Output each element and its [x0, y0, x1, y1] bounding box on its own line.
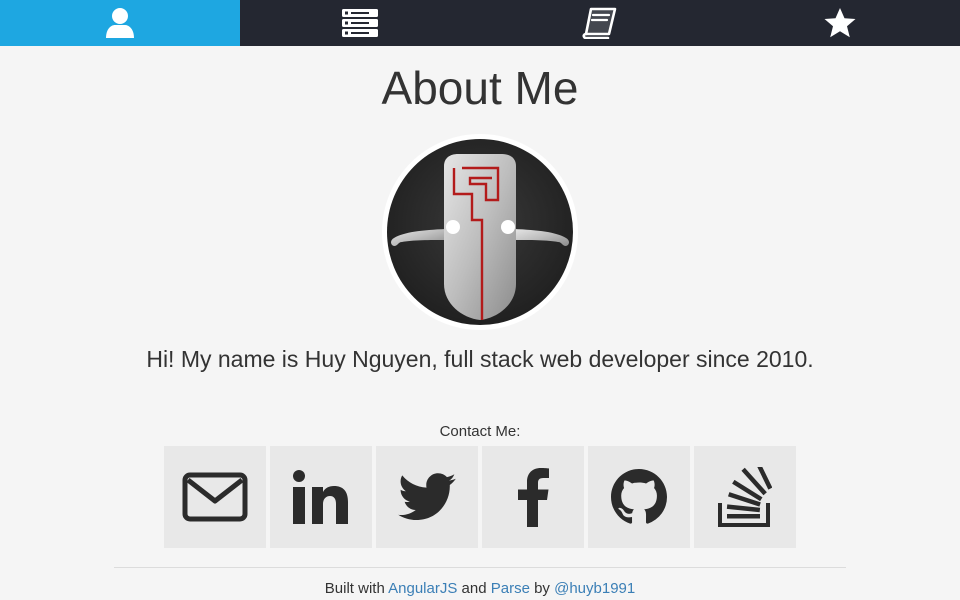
- envelope-icon: [182, 472, 248, 522]
- parse-link[interactable]: Parse: [491, 580, 530, 597]
- email-button[interactable]: [164, 446, 266, 548]
- facebook-icon: [518, 468, 549, 527]
- footer-by: by: [529, 580, 555, 597]
- avatar: [382, 134, 578, 330]
- tab-about[interactable]: [0, 0, 240, 46]
- star-icon: [824, 8, 856, 38]
- page-title: About Me: [381, 62, 579, 114]
- contact-label: Contact Me:: [439, 423, 521, 440]
- social-links: [0, 446, 960, 548]
- stackoverflow-button[interactable]: [694, 446, 796, 548]
- twitter-icon: [398, 473, 456, 521]
- tab-favorites[interactable]: [720, 0, 960, 46]
- tab-blog[interactable]: [480, 0, 720, 46]
- tab-projects[interactable]: [240, 0, 480, 46]
- book-icon: [582, 7, 617, 39]
- footer-prefix: Built with: [324, 580, 389, 597]
- stackoverflow-icon: [718, 467, 772, 527]
- avatar-wrap: [0, 134, 960, 330]
- github-button[interactable]: [588, 446, 690, 548]
- footer-and: and: [457, 580, 491, 597]
- user-icon: [106, 8, 134, 38]
- linkedin-icon: [293, 470, 348, 524]
- twitter-button[interactable]: [376, 446, 478, 548]
- facebook-button[interactable]: [482, 446, 584, 548]
- footer-divider: [114, 567, 846, 568]
- linkedin-button[interactable]: [270, 446, 372, 548]
- server-icon: [342, 9, 378, 37]
- angularjs-link[interactable]: AngularJS: [388, 580, 457, 597]
- top-nav: [0, 0, 960, 46]
- github-icon: [611, 469, 667, 524]
- footer: Built with AngularJS and Parse by @huyb1…: [0, 580, 960, 598]
- intro-text: Hi! My name is Huy Nguyen, full stack we…: [146, 346, 814, 372]
- totem-mask-icon: [384, 136, 576, 328]
- author-link[interactable]: @huyb1991: [554, 580, 635, 597]
